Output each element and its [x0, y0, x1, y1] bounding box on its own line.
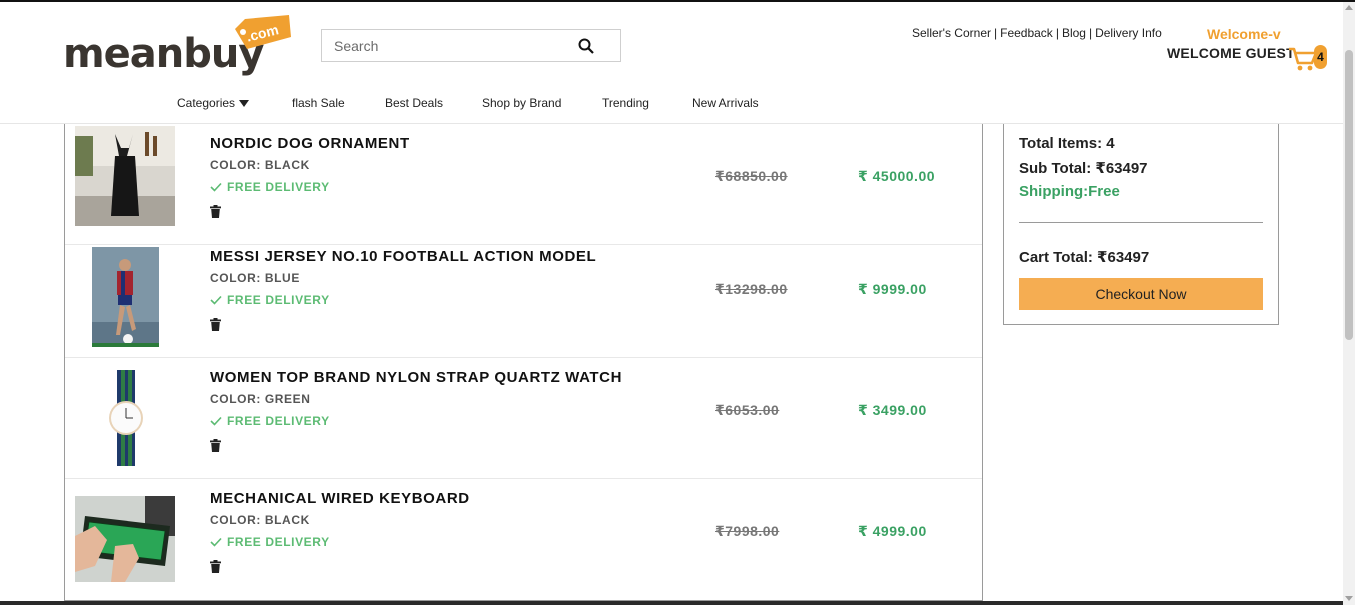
product-image-watch[interactable] [107, 370, 145, 466]
product-price: ₹ 9999.00 [858, 281, 927, 297]
product-mrp: ₹7998.00 [715, 523, 780, 539]
cart-count-badge: 4 [1314, 45, 1327, 69]
search-input[interactable] [322, 30, 572, 61]
cart-item-row: WOMEN TOP BRAND NYLON STRAP QUARTZ WATCH… [65, 358, 982, 479]
welcome-user-link[interactable]: Welcome-v [1207, 26, 1281, 42]
cart-item-row: MESSI JERSEY NO.10 FOOTBALL ACTION MODEL… [65, 237, 982, 358]
top-links: Seller's Corner | Feedback | Blog | Delivery I… [912, 26, 1162, 40]
free-delivery-text: FREE DELIVERY [227, 414, 330, 428]
product-image-dog-ornament[interactable] [75, 126, 175, 226]
trash-icon[interactable] [210, 318, 221, 331]
product-mrp: ₹13298.00 [715, 281, 788, 297]
product-name[interactable]: MECHANICAL WIRED KEYBOARD [210, 490, 470, 507]
nav-best-deals[interactable]: Best Deals [385, 96, 443, 110]
free-delivery-label: FREE DELIVERY [210, 293, 330, 307]
summary-sub-total: Sub Total: ₹63497 [1019, 160, 1148, 177]
site-header: meanbuy .com Seller's Corner|Feedback|Bl… [0, 2, 1343, 124]
check-icon [210, 182, 222, 192]
window-bottom-edge [0, 601, 1343, 605]
free-delivery-label: FREE DELIVERY [210, 180, 330, 194]
product-mrp: ₹68850.00 [715, 168, 788, 184]
link-sellers-corner[interactable]: Seller's Corner [912, 26, 991, 40]
free-delivery-label: FREE DELIVERY [210, 414, 330, 428]
check-icon [210, 416, 222, 426]
product-color: COLOR: BLACK [210, 513, 310, 527]
product-name[interactable]: WOMEN TOP BRAND NYLON STRAP QUARTZ WATCH [210, 369, 622, 386]
nav-categories[interactable]: Categories [177, 96, 250, 110]
product-color: COLOR: BLUE [210, 271, 300, 285]
checkout-now-button[interactable]: Checkout Now [1019, 278, 1263, 310]
nav-shop-by-brand[interactable]: Shop by Brand [482, 96, 561, 110]
link-blog[interactable]: Blog [1062, 26, 1086, 40]
trash-icon[interactable] [210, 560, 221, 573]
free-delivery-text: FREE DELIVERY [227, 180, 330, 194]
link-feedback[interactable]: Feedback [1000, 26, 1053, 40]
product-price: ₹ 4999.00 [858, 523, 927, 539]
order-summary: Total Items: 4 Sub Total: ₹63497 Shippin… [1003, 124, 1279, 325]
link-separator: | [1088, 26, 1093, 40]
nav-trending[interactable]: Trending [602, 96, 649, 110]
trash-icon[interactable] [210, 439, 221, 452]
product-name[interactable]: NORDIC DOG ORNAMENT [210, 135, 410, 152]
summary-cart-total: Cart Total: ₹63497 [1019, 249, 1150, 266]
product-mrp: ₹6053.00 [715, 402, 780, 418]
cart-items-list: NORDIC DOG ORNAMENT COLOR: BLACK FREE DE… [64, 124, 983, 601]
nav-categories-label: Categories [177, 96, 236, 110]
cart-item-row: MECHANICAL WIRED KEYBOARD COLOR: BLACK F… [65, 479, 982, 600]
product-image-keyboard[interactable] [75, 496, 175, 582]
product-price: ₹ 3499.00 [858, 402, 927, 418]
product-color: COLOR: GREEN [210, 392, 311, 406]
trash-icon[interactable] [210, 205, 221, 218]
welcome-guest-label: WELCOME GUEST [1167, 45, 1295, 61]
link-separator: | [993, 26, 998, 40]
summary-shipping: Shipping:Free [1019, 183, 1120, 200]
page-scrollbar[interactable] [1343, 2, 1355, 605]
cart-item-row: NORDIC DOG ORNAMENT COLOR: BLACK FREE DE… [65, 124, 982, 245]
scroll-down-arrow-icon[interactable] [1345, 596, 1353, 601]
product-name[interactable]: MESSI JERSEY NO.10 FOOTBALL ACTION MODEL [210, 248, 596, 265]
free-delivery-text: FREE DELIVERY [227, 535, 330, 549]
check-icon [210, 537, 222, 547]
free-delivery-text: FREE DELIVERY [227, 293, 330, 307]
product-image-football-model[interactable] [92, 247, 159, 347]
main-nav: Categories flash Sale Best Deals Shop by… [0, 96, 900, 118]
link-separator: | [1055, 26, 1059, 40]
search-box [321, 29, 621, 62]
site-logo[interactable]: meanbuy .com [63, 15, 293, 77]
nav-new-arrivals[interactable]: New Arrivals [692, 96, 759, 110]
link-delivery-info[interactable]: Delivery Info [1095, 26, 1162, 40]
search-icon[interactable] [578, 38, 594, 54]
product-price: ₹ 45000.00 [858, 168, 936, 184]
caret-down-icon [239, 100, 250, 108]
check-icon [210, 295, 222, 305]
nav-flash-sale[interactable]: flash Sale [292, 96, 345, 110]
free-delivery-label: FREE DELIVERY [210, 535, 330, 549]
summary-total-items: Total Items: 4 [1019, 135, 1115, 152]
product-color: COLOR: BLACK [210, 158, 310, 172]
scrollbar-thumb[interactable] [1345, 50, 1353, 340]
summary-divider [1019, 222, 1263, 223]
scroll-up-arrow-icon[interactable] [1345, 5, 1353, 10]
